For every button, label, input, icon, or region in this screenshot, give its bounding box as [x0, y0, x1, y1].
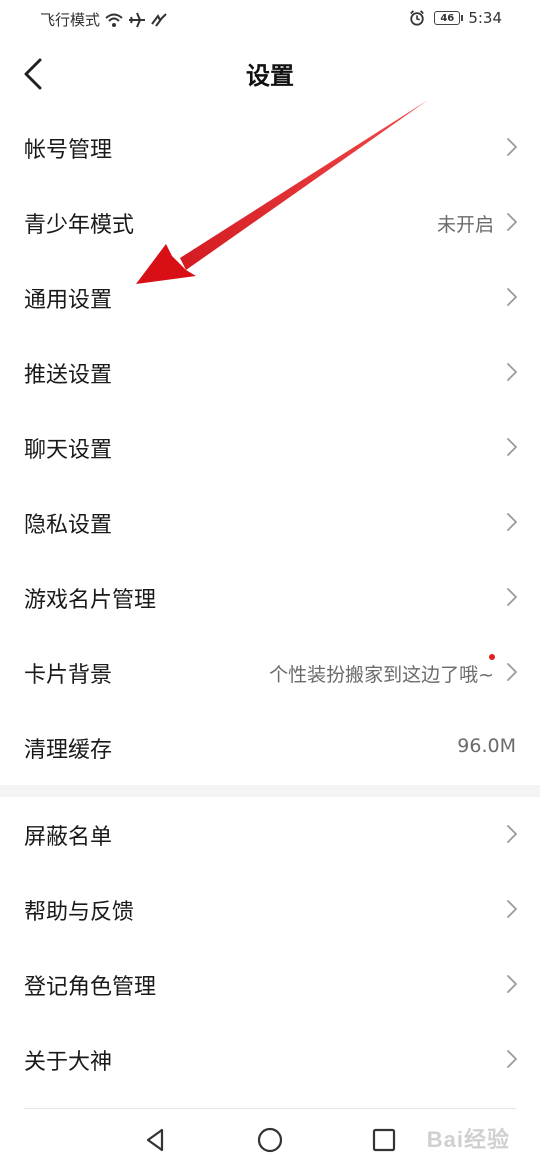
menu-item-label: 清理缓存 [24, 738, 113, 763]
status-right: 46 5:34 [408, 9, 502, 27]
section-divider [0, 785, 540, 797]
menu-item-label: 青少年模式 [24, 213, 135, 238]
menu-item[interactable]: 通用设置 [0, 260, 540, 335]
chevron-right-icon [507, 363, 517, 381]
menu-item-label: 登记角色管理 [24, 975, 157, 1000]
recents-square-icon[interactable] [370, 1126, 398, 1154]
alarm-icon [410, 10, 425, 26]
menu-item[interactable]: 卡片背景 个性装扮搬家到这边了哦~ [0, 635, 540, 710]
menu-item-label: 通用设置 [24, 288, 113, 313]
nav-header: 设置 [0, 38, 540, 110]
wifi-icon [105, 13, 123, 27]
settings-list: 帐号管理青少年模式 未开启通用设置推送设置聊天设置隐私设置游戏名片管理 卡片背景 个性… [0, 110, 540, 1097]
menu-item[interactable]: 清理缓存 96.0M [0, 710, 540, 785]
link-icon [151, 12, 167, 27]
menu-item-label: 帐号管理 [24, 138, 113, 163]
chevron-right-icon [507, 1050, 517, 1068]
chevron-right-icon [507, 213, 517, 231]
menu-item[interactable]: 隐私设置 [0, 485, 540, 560]
menu-item-label: 卡片背景 [24, 663, 113, 688]
menu-item-label: 屏蔽名单 [24, 825, 113, 850]
menu-item[interactable]: 登记角色管理 [0, 947, 540, 1022]
home-circle-icon[interactable] [256, 1126, 284, 1154]
battery-icon: 46 [434, 11, 464, 25]
watermark: Bai经验 [426, 1127, 510, 1152]
menu-item-value: 未开启 [436, 214, 494, 236]
menu-item-value: 个性装扮搬家到这边了哦~ [269, 664, 494, 686]
clock-time: 5:34 [468, 9, 502, 27]
chevron-right-icon [507, 663, 517, 681]
chevron-right-icon [507, 825, 517, 843]
menu-item-value: 96.0M [457, 735, 516, 757]
chevron-right-icon [507, 975, 517, 993]
notification-dot [489, 654, 495, 660]
menu-item[interactable]: 关于大神 [0, 1022, 540, 1097]
chevron-right-icon [507, 513, 517, 531]
menu-item[interactable]: 推送设置 [0, 335, 540, 410]
menu-item-label: 聊天设置 [24, 438, 113, 463]
status-bar: 飞行模式 46 5:34 [0, 0, 540, 38]
chevron-right-icon [507, 588, 517, 606]
chevron-right-icon [507, 288, 517, 306]
status-left: 飞行模式 [40, 9, 168, 30]
menu-item-label: 隐私设置 [24, 513, 113, 538]
chevron-right-icon [507, 438, 517, 456]
menu-item[interactable]: 游戏名片管理 [0, 560, 540, 635]
menu-item[interactable]: 帮助与反馈 [0, 872, 540, 947]
page-title: 设置 [246, 62, 294, 90]
chevron-right-icon [507, 900, 517, 918]
menu-item[interactable]: 屏蔽名单 [0, 797, 540, 872]
settings-section-main: 帐号管理青少年模式 未开启通用设置推送设置聊天设置隐私设置游戏名片管理 卡片背景 个性… [0, 110, 540, 785]
menu-item[interactable]: 聊天设置 [0, 410, 540, 485]
menu-item[interactable]: 帐号管理 [0, 110, 540, 185]
menu-item[interactable]: 青少年模式 未开启 [0, 185, 540, 260]
menu-item-label: 关于大神 [24, 1050, 113, 1075]
airplane-mode-label: 飞行模式 [40, 11, 101, 29]
bottom-divider [24, 1108, 516, 1109]
settings-section-secondary: 屏蔽名单帮助与反馈登记角色管理 关于大神 [0, 797, 540, 1097]
menu-item-label: 帮助与反馈 [24, 900, 135, 925]
back-triangle-icon[interactable] [142, 1126, 170, 1154]
menu-item-label: 游戏名片管理 [24, 588, 157, 613]
chevron-right-icon [507, 138, 517, 156]
menu-item-label: 推送设置 [24, 363, 113, 388]
airplane-icon [129, 12, 146, 27]
